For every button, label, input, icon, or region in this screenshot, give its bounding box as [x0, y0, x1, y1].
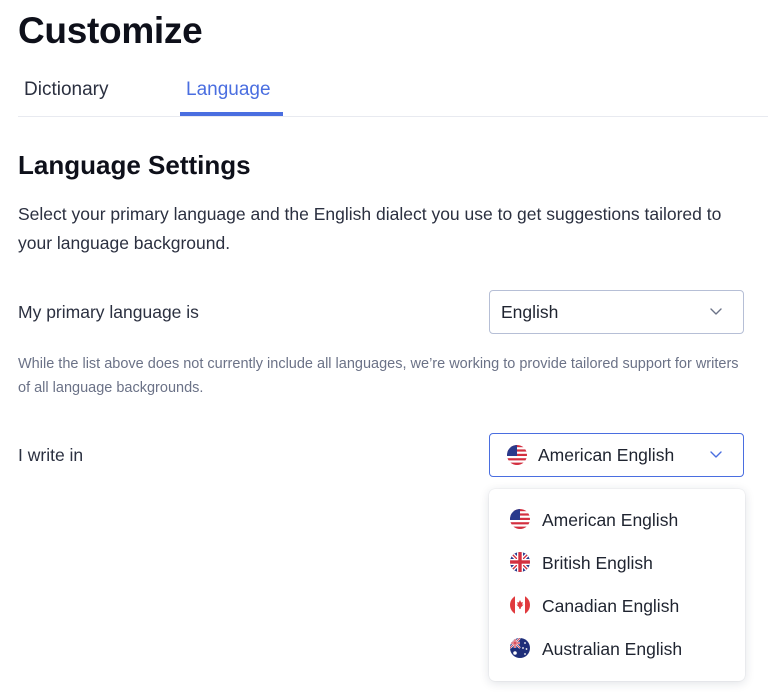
section-title: Language Settings — [18, 150, 251, 180]
section-description: Select your primary language and the Eng… — [18, 204, 722, 253]
dialect-option-label: Australian English — [542, 639, 683, 659]
chevron-down-icon — [710, 308, 722, 315]
uk-flag-icon — [510, 552, 530, 572]
canada-flag-icon — [510, 595, 530, 615]
dialect-option-american[interactable]: American English — [489, 499, 745, 542]
active-tab-indicator — [180, 112, 283, 116]
primary-language-select[interactable]: English — [489, 290, 744, 334]
dialect-option-australian[interactable]: Australian English — [489, 628, 745, 671]
tab-bar: Dictionary Language — [18, 76, 768, 117]
dialect-option-british[interactable]: British English — [489, 542, 745, 585]
us-flag-icon — [510, 509, 530, 529]
primary-language-note: While the list above does not currently … — [18, 356, 739, 396]
dialect-option-label: British English — [542, 553, 653, 573]
tab-language[interactable]: Language — [186, 79, 271, 101]
dialect-dropdown-menu: American English British English Canadia… — [489, 489, 745, 681]
dialect-value: American English — [538, 445, 675, 465]
primary-language-label: My primary language is — [18, 302, 199, 322]
chevron-down-icon — [710, 451, 722, 458]
dialect-label: I write in — [18, 445, 84, 465]
dialect-select[interactable]: American English — [489, 433, 744, 477]
page-title: Customize — [18, 10, 203, 51]
dialect-option-label: American English — [542, 510, 679, 530]
tab-dictionary[interactable]: Dictionary — [24, 79, 108, 101]
dialect-option-canadian[interactable]: Canadian English — [489, 585, 745, 628]
australia-flag-icon — [510, 638, 530, 658]
primary-language-value: English — [501, 302, 559, 322]
dialect-option-label: Canadian English — [542, 596, 680, 616]
us-flag-icon — [507, 445, 527, 465]
